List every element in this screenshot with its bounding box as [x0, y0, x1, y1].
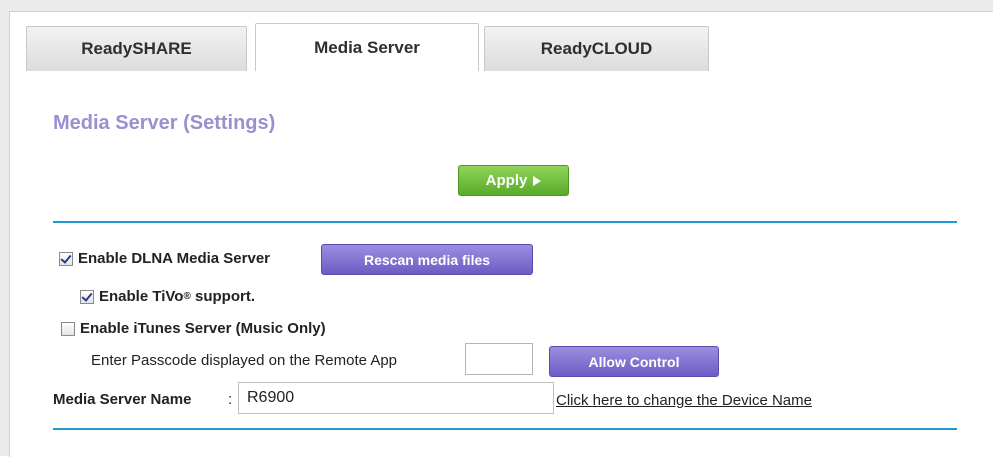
- router-settings-window: ReadySHARE Media Server ReadyCLOUD Media…: [0, 0, 993, 457]
- tivo-option: Enable TiVo ® support.: [80, 288, 255, 305]
- rescan-media-button[interactable]: Rescan media files: [321, 244, 533, 275]
- play-arrow-icon: [533, 175, 542, 186]
- name-colon: :: [228, 391, 233, 408]
- itunes-label: Enable iTunes Server (Music Only): [80, 320, 326, 337]
- dlna-label: Enable DLNA Media Server: [78, 250, 271, 267]
- media-server-name-label: Media Server Name: [53, 391, 192, 408]
- rescan-media-label: Rescan media files: [363, 251, 491, 268]
- allow-control-label: Allow Control: [588, 353, 680, 370]
- section-divider-top: [53, 221, 957, 223]
- media-server-name-input[interactable]: [238, 382, 554, 414]
- dlna-checkbox[interactable]: [59, 251, 73, 266]
- apply-button-label: Apply: [485, 172, 528, 189]
- tab-readyshare[interactable]: ReadySHARE: [26, 26, 247, 71]
- passcode-label: Enter Passcode displayed on the Remote A…: [91, 352, 398, 369]
- top-border: [0, 0, 993, 11]
- tab-readycloud-label: ReadyCLOUD: [540, 39, 653, 58]
- allow-control-button[interactable]: Allow Control: [549, 346, 719, 377]
- tab-readycloud[interactable]: ReadyCLOUD: [484, 26, 709, 71]
- tab-media-server-label: Media Server: [314, 37, 420, 57]
- passcode-input[interactable]: [465, 343, 533, 375]
- dlna-option: Enable DLNA Media Server: [59, 250, 270, 267]
- tab-media-server[interactable]: Media Server: [255, 23, 479, 71]
- tivo-label-suffix: support.: [190, 288, 256, 305]
- itunes-option: Enable iTunes Server (Music Only): [61, 320, 326, 337]
- tab-readyshare-label: ReadySHARE: [81, 39, 192, 58]
- section-divider-bottom: [53, 428, 957, 430]
- tivo-label-prefix: Enable TiVo: [99, 288, 184, 305]
- tivo-checkbox[interactable]: [80, 289, 94, 304]
- change-device-name-link[interactable]: Click here to change the Device Name: [556, 392, 812, 409]
- left-border: [0, 0, 9, 456]
- itunes-checkbox[interactable]: [61, 321, 75, 336]
- page-title: Media Server (Settings): [53, 112, 276, 134]
- apply-button[interactable]: Apply: [458, 165, 569, 196]
